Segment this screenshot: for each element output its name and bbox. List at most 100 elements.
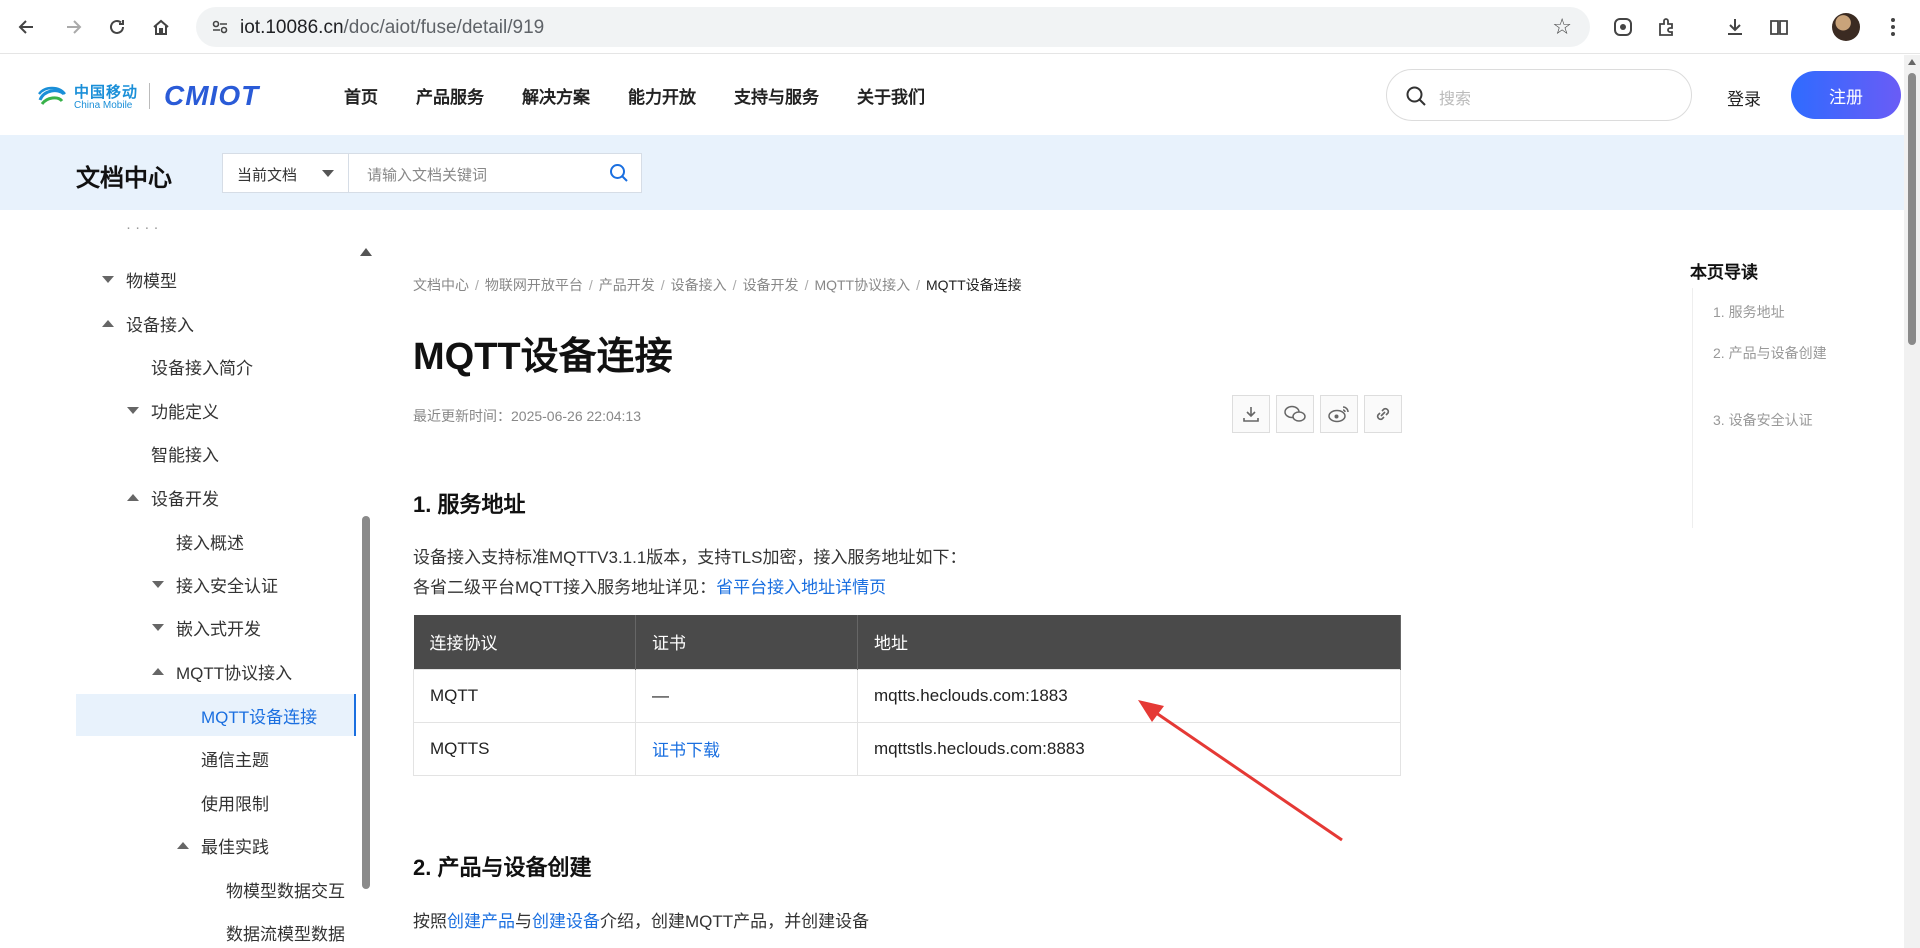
extensions-icon[interactable] — [1652, 12, 1682, 42]
sidebar-scroll-up-icon[interactable] — [360, 248, 372, 256]
site-search-placeholder: 搜索 — [1439, 91, 1472, 108]
chevron-up-icon — [152, 667, 164, 675]
menu-kebab-icon[interactable] — [1878, 12, 1908, 42]
logo-cn-text: 中国移动 — [74, 84, 139, 101]
logo-divider — [149, 83, 150, 109]
table-cell-cert: 证书下载 — [635, 721, 858, 776]
sidebar-item[interactable]: 设备接入简介 — [76, 345, 356, 387]
sidebar-item[interactable]: 使用限制 — [76, 781, 356, 823]
page-scrollbar[interactable] — [1904, 55, 1920, 948]
sidebar-item[interactable]: 嵌入式开发 — [76, 606, 356, 648]
sidebar-item[interactable]: 设备开发 — [76, 476, 356, 518]
search-icon[interactable] — [609, 163, 629, 183]
share-wechat-button[interactable] — [1276, 395, 1314, 433]
paragraph-text: 按照 — [413, 912, 447, 931]
sidebar-item[interactable]: 智能接入 — [76, 432, 356, 474]
site-search-input[interactable]: 搜索 — [1386, 69, 1692, 121]
doc-search: 当前文档 请输入文档关键词 — [222, 153, 642, 193]
chevron-down-icon — [102, 275, 114, 283]
cert-download-link[interactable]: 证书下载 — [652, 741, 720, 760]
download-icon[interactable] — [1720, 12, 1750, 42]
sidebar-item[interactable]: 通信主题 — [76, 737, 356, 779]
forward-icon[interactable] — [58, 12, 88, 42]
nav-item-solutions[interactable]: 解决方案 — [522, 83, 590, 108]
sidebar-item-label: 使用限制 — [201, 794, 269, 814]
sidebar-item-label: 设备开发 — [151, 489, 219, 509]
sidebar-item-active[interactable]: MQTT设备连接 — [76, 694, 356, 736]
site-info-icon[interactable] — [210, 17, 230, 37]
scroll-up-icon[interactable] — [1908, 59, 1916, 65]
url-path: /doc/aiot/fuse/detail/919 — [343, 17, 545, 38]
nav-item-support[interactable]: 支持与服务 — [734, 83, 819, 108]
sidebar-item[interactable]: 数据流模型数据 — [76, 911, 356, 948]
nav-item-capabilities[interactable]: 能力开放 — [628, 83, 696, 108]
sidebar-item-partial[interactable]: · · · · — [76, 210, 356, 236]
sidebar-item[interactable]: 物模型数据交互 — [76, 868, 356, 910]
extension-copilot-icon[interactable] — [1608, 12, 1638, 42]
breadcrumb-item[interactable]: 物联网开放平台 — [485, 277, 583, 293]
doc-scope-select[interactable]: 当前文档 — [223, 154, 349, 192]
doc-scope-label: 当前文档 — [237, 167, 298, 184]
sidebar-item-label: 接入安全认证 — [176, 576, 278, 596]
chevron-up-icon — [102, 319, 114, 327]
create-product-link[interactable]: 创建产品 — [447, 912, 515, 931]
sidebar-item-label: 接入概述 — [176, 533, 244, 553]
nav-item-about[interactable]: 关于我们 — [857, 83, 925, 108]
share-weibo-button[interactable] — [1320, 395, 1358, 433]
download-pdf-button[interactable] — [1232, 395, 1270, 433]
sidebar-item[interactable]: 物模型 — [76, 258, 356, 300]
paragraph: 各省二级平台MQTT接入服务地址详见：省平台接入地址详情页 — [413, 573, 886, 598]
login-link[interactable]: 登录 — [1727, 85, 1761, 110]
sidebar-item-label: MQTT协议接入 — [176, 663, 293, 683]
breadcrumb-item[interactable]: 文档中心 — [413, 277, 469, 293]
sidebar-item-label: 设备接入简介 — [151, 358, 253, 378]
chevron-up-icon — [177, 841, 189, 849]
logo[interactable]: 中国移动 China Mobile CMIOT — [36, 79, 291, 115]
bookmark-star-icon[interactable]: ☆ — [1552, 14, 1572, 40]
url-text: iot.10086.cn/doc/aiot/fuse/detail/919 — [240, 17, 544, 39]
toc-item[interactable]: 2. 产品与设备创建 — [1713, 340, 1828, 366]
main-nav: 首页 产品服务 解决方案 能力开放 支持与服务 关于我们 — [344, 83, 925, 108]
breadcrumb-item[interactable]: 产品开发 — [599, 277, 655, 293]
table-header-cell: 证书 — [635, 615, 858, 669]
scrollbar-thumb[interactable] — [1908, 73, 1916, 345]
sidebar-item[interactable]: 接入安全认证 — [76, 563, 356, 605]
url-host: iot.10086.cn — [240, 17, 344, 38]
sidebar-item[interactable]: 最佳实践 — [76, 824, 356, 866]
section-heading: 2. 产品与设备创建 — [413, 855, 592, 880]
home-icon[interactable] — [146, 12, 176, 42]
address-bar[interactable]: iot.10086.cn/doc/aiot/fuse/detail/919 ☆ — [196, 7, 1590, 47]
site-header: 中国移动 China Mobile CMIOT 首页 产品服务 解决方案 能力开… — [0, 55, 1904, 135]
back-icon[interactable] — [12, 12, 42, 42]
sidebar-item-label: MQTT设备连接 — [201, 707, 318, 727]
province-address-link[interactable]: 省平台接入地址详情页 — [716, 578, 886, 597]
toc-item[interactable]: 1. 服务地址 — [1713, 299, 1828, 325]
reload-icon[interactable] — [102, 12, 132, 42]
updated-time: 最近更新时间：2025-06-26 22:04:13 — [413, 408, 641, 424]
sidebar-item[interactable]: MQTT协议接入 — [76, 650, 356, 692]
sidebar-item-label: 功能定义 — [151, 402, 219, 422]
breadcrumb-item[interactable]: MQTT协议接入 — [814, 277, 910, 293]
nav-item-home[interactable]: 首页 — [344, 83, 378, 108]
breadcrumb-item[interactable]: 设备接入 — [671, 277, 727, 293]
register-button[interactable]: 注册 — [1791, 71, 1901, 119]
sidebar-item[interactable]: 接入概述 — [76, 520, 356, 562]
create-device-link[interactable]: 创建设备 — [532, 912, 600, 931]
toc-title: 本页导读 — [1690, 263, 1758, 282]
sidebar-scrollbar[interactable] — [362, 516, 370, 889]
download-icon — [1243, 407, 1259, 422]
sidebar-item-label: 智能接入 — [151, 445, 219, 465]
profile-avatar[interactable] — [1832, 13, 1860, 41]
toc-item[interactable]: 3. 设备安全认证 — [1713, 407, 1828, 433]
doc-search-input[interactable]: 请输入文档关键词 — [367, 164, 487, 185]
sidebar-item[interactable]: 功能定义 — [76, 389, 356, 431]
reading-mode-icon[interactable] — [1764, 12, 1794, 42]
copy-link-button[interactable] — [1364, 395, 1402, 433]
breadcrumb: 文档中心 / 物联网开放平台 / 产品开发 / 设备接入 / 设备开发 / MQTT协议接入 / MQT… — [413, 277, 1022, 293]
wechat-icon — [1284, 405, 1306, 422]
sidebar-item-label: 设备接入 — [126, 315, 194, 335]
toc: 本页导读 — [1690, 258, 1840, 283]
nav-item-products[interactable]: 产品服务 — [416, 83, 484, 108]
breadcrumb-item[interactable]: 设备开发 — [743, 277, 799, 293]
sidebar-item[interactable]: 设备接入 — [76, 302, 356, 344]
